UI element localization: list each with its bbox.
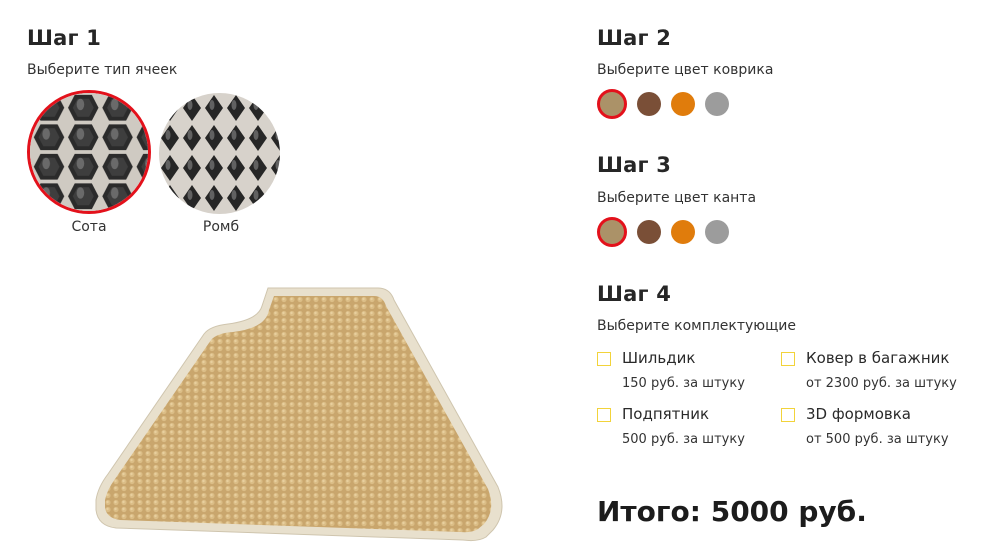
- mat-preview-image: [88, 282, 528, 544]
- step3-subtitle: Выберите цвет канта: [597, 190, 757, 206]
- accessory-trunk-mat[interactable]: Ковер в багажник от 2300 руб. за штуку: [781, 349, 971, 395]
- accessory-price: от 2300 руб. за штуку: [806, 376, 957, 391]
- accessory-name: Ковер в багажник: [806, 349, 950, 367]
- edge-color-swatch[interactable]: [671, 220, 695, 244]
- accessory-name: Подпятник: [622, 405, 710, 423]
- step4-subtitle: Выберите комплектующие: [597, 318, 796, 334]
- edge-color-swatch[interactable]: [637, 220, 661, 244]
- mat-color-swatch[interactable]: [637, 92, 661, 116]
- rhombus-pattern-image: [159, 93, 280, 214]
- step1-subtitle: Выберите тип ячеек: [27, 62, 178, 78]
- accessory-badge[interactable]: Шильдик 150 руб. за штуку: [597, 349, 767, 395]
- accessory-price: 500 руб. за штуку: [622, 432, 745, 447]
- cell-type-label: Сота: [71, 219, 107, 235]
- step1-title: Шаг 1: [27, 26, 102, 50]
- step3-title: Шаг 3: [597, 153, 672, 177]
- honeycomb-pattern-image: [27, 90, 151, 214]
- accessory-name: 3D формовка: [806, 405, 911, 423]
- edge-color-swatches: [597, 217, 729, 247]
- mat-color-swatches: [597, 89, 729, 119]
- step2-subtitle: Выберите цвет коврика: [597, 62, 774, 78]
- step4-title: Шаг 4: [597, 282, 672, 306]
- cell-type-label: Ромб: [202, 219, 240, 235]
- mat-color-swatch[interactable]: [671, 92, 695, 116]
- accessory-3d-forming[interactable]: 3D формовка от 500 руб. за штуку: [781, 405, 971, 451]
- total-price: Итого: 5000 руб.: [597, 495, 867, 528]
- edge-color-swatch[interactable]: [705, 220, 729, 244]
- checkbox[interactable]: [597, 352, 611, 366]
- accessory-price: от 500 руб. за штуку: [806, 432, 949, 447]
- cell-type-rhombus[interactable]: Ромб: [159, 93, 283, 235]
- accessory-price: 150 руб. за штуку: [622, 376, 745, 391]
- accessory-heel-pad[interactable]: Подпятник 500 руб. за штуку: [597, 405, 767, 451]
- checkbox[interactable]: [781, 352, 795, 366]
- cell-type-honeycomb[interactable]: Сота: [27, 90, 151, 235]
- checkbox[interactable]: [781, 408, 795, 422]
- mat-color-swatch[interactable]: [705, 92, 729, 116]
- accessory-name: Шильдик: [622, 349, 696, 367]
- mat-color-swatch[interactable]: [597, 89, 627, 119]
- checkbox[interactable]: [597, 408, 611, 422]
- step2-title: Шаг 2: [597, 26, 672, 50]
- edge-color-swatch[interactable]: [597, 217, 627, 247]
